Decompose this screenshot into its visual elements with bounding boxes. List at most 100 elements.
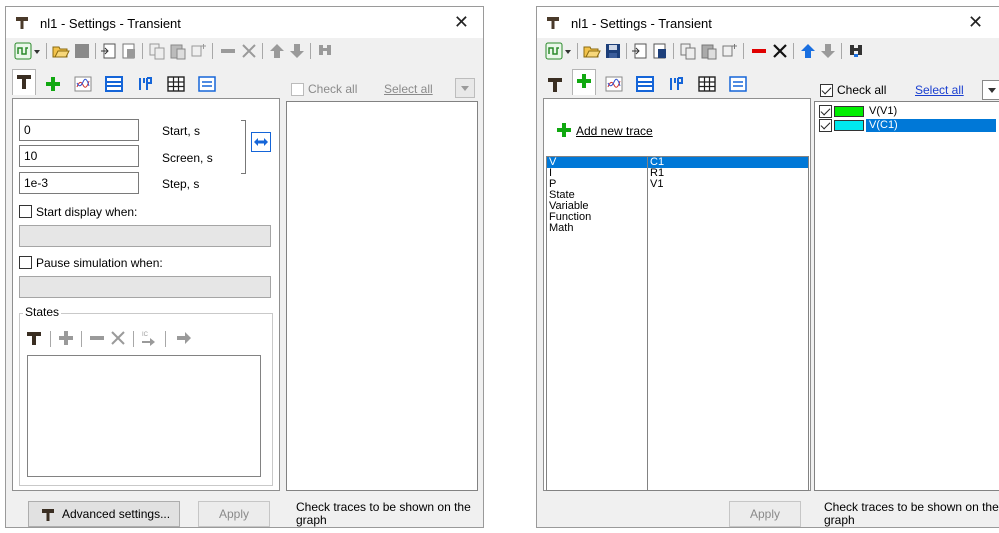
arrow-right-icon[interactable] xyxy=(175,329,193,347)
tab-list[interactable] xyxy=(633,72,657,94)
apply-button[interactable]: Apply xyxy=(198,501,270,527)
pause-simulation-checkbox[interactable] xyxy=(19,256,32,269)
trace-color-swatch[interactable] xyxy=(834,106,864,117)
move-down-icon[interactable] xyxy=(288,42,306,60)
trace-name[interactable]: V(C1) xyxy=(866,119,996,132)
select-dropdown-button[interactable] xyxy=(455,78,475,98)
tab-graph[interactable] xyxy=(602,72,626,94)
start-time-input[interactable]: 0 xyxy=(19,119,139,141)
trace-row[interactable]: V(C1) xyxy=(819,119,999,132)
delete-icon[interactable] xyxy=(240,42,258,60)
category-item[interactable]: I xyxy=(547,168,648,179)
find-binoculars-icon[interactable] xyxy=(847,42,865,60)
check-all-checkbox[interactable] xyxy=(820,84,833,97)
tab-general[interactable] xyxy=(543,72,567,94)
paste-icon[interactable] xyxy=(169,42,187,60)
waveform-icon[interactable] xyxy=(545,42,563,60)
component-item[interactable]: R1 xyxy=(648,168,808,179)
export-icon[interactable] xyxy=(120,42,138,60)
advanced-settings-button[interactable]: Advanced settings... xyxy=(28,501,180,527)
move-up-icon[interactable] xyxy=(799,42,817,60)
table-icon xyxy=(698,76,716,92)
add-new-trace-link[interactable]: Add new trace xyxy=(576,124,653,138)
tab-text[interactable] xyxy=(726,72,750,94)
find-binoculars-icon[interactable] xyxy=(316,42,334,60)
trace-color-swatch[interactable] xyxy=(834,120,864,131)
tool-icon xyxy=(548,78,562,92)
category-item[interactable]: Math xyxy=(547,223,648,234)
open-folder-icon[interactable] xyxy=(583,42,601,60)
import-icon[interactable] xyxy=(631,42,649,60)
check-all-label: Check all xyxy=(837,83,887,97)
states-list[interactable] xyxy=(27,355,261,477)
tab-table[interactable] xyxy=(164,72,188,94)
fit-range-button[interactable] xyxy=(251,132,271,152)
component-list[interactable]: C1 R1 V1 xyxy=(647,156,809,491)
title-bar: nl1 - Settings - Transient ✕ xyxy=(537,7,999,38)
copy-icon[interactable] xyxy=(148,42,166,60)
chevron-down-icon[interactable] xyxy=(32,42,42,60)
move-up-icon[interactable] xyxy=(268,42,286,60)
move-down-icon[interactable] xyxy=(819,42,837,60)
save-icon[interactable] xyxy=(604,42,622,60)
window-title: nl1 - Settings - Transient xyxy=(571,16,712,31)
tab-text[interactable] xyxy=(195,72,219,94)
screen-time-input[interactable]: 10 xyxy=(19,145,139,167)
hint-text: Check traces to be shown on the graph xyxy=(296,501,471,527)
select-all-link[interactable]: Select all xyxy=(915,83,964,97)
copy-icon[interactable] xyxy=(679,42,697,60)
tab-probes[interactable] xyxy=(664,72,688,94)
waveform-icon[interactable] xyxy=(14,42,32,60)
component-item[interactable]: C1 xyxy=(648,157,808,168)
export-icon[interactable] xyxy=(651,42,669,60)
title-bar: nl1 - Settings - Transient ✕ xyxy=(6,7,483,38)
paste-special-icon[interactable] xyxy=(721,42,739,60)
hint-text: Check traces to be shown on the graph xyxy=(824,501,999,527)
remove-trace-icon[interactable] xyxy=(750,42,768,60)
start-display-checkbox[interactable] xyxy=(19,205,32,218)
trace-checkbox[interactable] xyxy=(819,105,832,118)
tab-table[interactable] xyxy=(695,72,719,94)
trace-checkbox[interactable] xyxy=(819,119,832,132)
category-item[interactable]: V xyxy=(547,157,648,168)
start-time-label: Start, s xyxy=(162,124,201,138)
select-dropdown-button[interactable] xyxy=(982,80,999,100)
traces-list[interactable]: V(V1) V(C1) xyxy=(814,101,999,491)
plus-icon[interactable] xyxy=(57,329,75,347)
remove-icon[interactable] xyxy=(219,42,237,60)
select-all-link[interactable]: Select all xyxy=(384,82,433,96)
tab-general[interactable] xyxy=(12,69,36,95)
tab-add-trace[interactable] xyxy=(41,72,65,94)
trace-name[interactable]: V(V1) xyxy=(866,105,900,118)
close-icon[interactable]: ✕ xyxy=(968,12,983,33)
trace-row[interactable]: V(V1) xyxy=(819,105,999,118)
tab-add-trace[interactable] xyxy=(572,69,596,95)
check-all-checkbox[interactable] xyxy=(291,83,304,96)
set-initial-conditions-icon[interactable]: IC xyxy=(140,329,158,347)
tool-icon[interactable] xyxy=(25,329,43,347)
import-icon[interactable] xyxy=(100,42,118,60)
remove-icon[interactable] xyxy=(88,329,106,347)
category-list[interactable]: V I P State Variable Function Math xyxy=(546,156,649,491)
svg-text:IC: IC xyxy=(142,332,149,338)
tab-graph[interactable] xyxy=(71,72,95,94)
open-folder-icon[interactable] xyxy=(52,42,70,60)
traces-list[interactable] xyxy=(286,101,478,491)
chevron-down-icon[interactable] xyxy=(563,42,573,60)
tab-list[interactable] xyxy=(102,72,126,94)
save-icon[interactable] xyxy=(73,42,91,60)
delete-icon[interactable] xyxy=(109,329,127,347)
start-display-condition-input[interactable] xyxy=(19,225,271,247)
plus-icon xyxy=(46,77,60,91)
step-time-input[interactable]: 1e-3 xyxy=(19,172,139,194)
tab-probes[interactable] xyxy=(133,72,157,94)
close-icon[interactable]: ✕ xyxy=(454,12,469,33)
delete-icon[interactable] xyxy=(771,42,789,60)
pause-simulation-condition-input[interactable] xyxy=(19,276,271,298)
component-item[interactable]: V1 xyxy=(648,179,808,190)
paste-icon[interactable] xyxy=(700,42,718,60)
apply-button[interactable]: Apply xyxy=(729,501,801,527)
paste-special-icon[interactable] xyxy=(190,42,208,60)
graph-icon xyxy=(605,76,623,92)
toolbar xyxy=(6,38,483,64)
